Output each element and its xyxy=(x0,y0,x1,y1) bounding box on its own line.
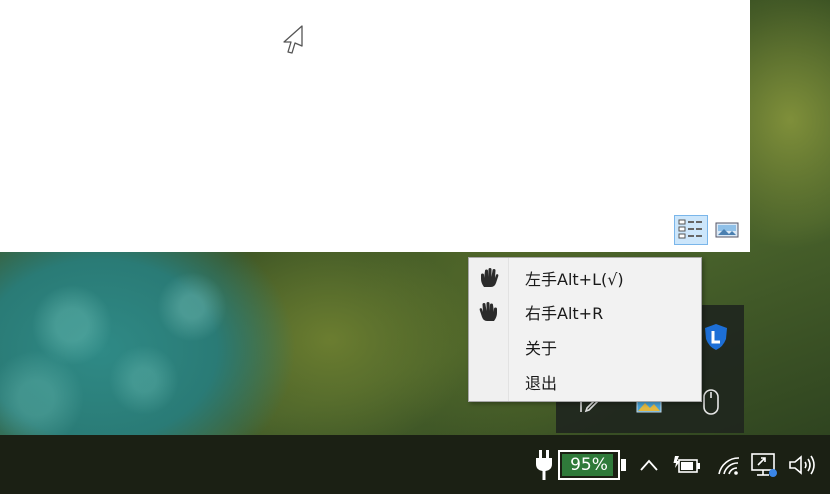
menu-item-label: 关于 xyxy=(525,339,558,358)
volume-icon[interactable] xyxy=(786,450,818,480)
menu-item-exit[interactable]: 退出 xyxy=(469,366,701,398)
taskbar xyxy=(0,435,830,494)
battery-indicator[interactable]: 95% xyxy=(558,450,620,480)
menu-item-left-hand[interactable]: 左手Alt+L(√) xyxy=(469,262,701,294)
mouse-cursor-icon xyxy=(283,25,303,54)
wifi-icon[interactable] xyxy=(714,450,744,480)
details-view-icon xyxy=(678,219,702,239)
menu-item-label: 退出 xyxy=(525,374,558,393)
picture-view-button[interactable] xyxy=(710,215,744,245)
left-hand-icon xyxy=(469,262,509,294)
menu-item-right-hand[interactable]: 右手Alt+R xyxy=(469,296,701,328)
shield-app-icon[interactable] xyxy=(700,321,732,353)
right-hand-icon xyxy=(469,296,509,328)
remote-display-icon[interactable] xyxy=(748,449,780,481)
battery-percent: 95% xyxy=(570,455,608,475)
power-plug-icon[interactable] xyxy=(532,448,556,482)
show-hidden-icons-chevron[interactable] xyxy=(636,452,662,478)
details-view-button[interactable] xyxy=(674,215,708,245)
battery-tip xyxy=(621,459,626,471)
wallpaper-sea xyxy=(0,252,240,435)
menu-item-label: 右手Alt+R xyxy=(525,304,604,323)
menu-item-label: 左手Alt+L(√) xyxy=(525,270,624,289)
picture-view-icon xyxy=(715,222,739,238)
app-window xyxy=(0,0,750,252)
battery-saver-icon[interactable] xyxy=(672,450,702,480)
menu-item-about[interactable]: 关于 xyxy=(469,331,701,363)
tray-context-menu: 左手Alt+L(√) 右手Alt+R 关于 退出 xyxy=(468,257,702,402)
